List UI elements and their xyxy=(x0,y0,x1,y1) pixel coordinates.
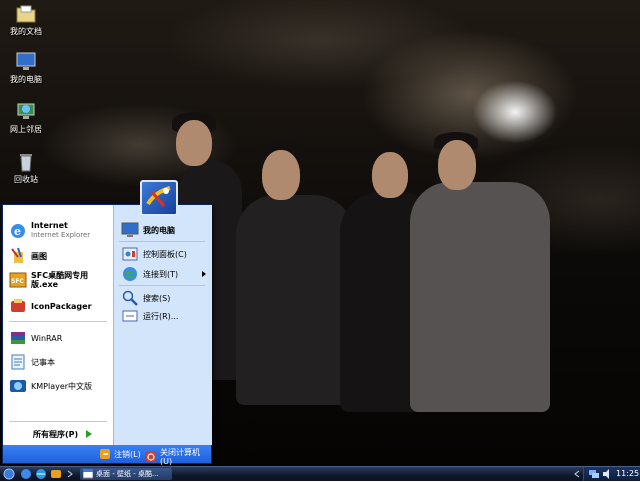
sfc-icon: SFC xyxy=(9,271,27,289)
recycle-bin-icon xyxy=(15,152,37,172)
submenu-arrow-icon xyxy=(202,271,206,277)
globe-icon xyxy=(36,469,46,479)
arrow-right-icon xyxy=(86,430,93,438)
winrar-icon xyxy=(9,329,27,347)
kmplayer-icon xyxy=(9,377,27,395)
all-programs-button[interactable]: 所有程序(P) xyxy=(33,429,94,439)
taskbar-button-wallpaper[interactable]: 桌面 - 壁纸 - 桌酷... xyxy=(80,468,172,480)
svg-text:SFC: SFC xyxy=(11,278,24,285)
globe-icon xyxy=(121,265,139,283)
shutdown-button[interactable]: 关闭计算机(U) xyxy=(145,448,211,466)
menu-item-sfc[interactable]: SFC SFC桌酷网专用版.exe xyxy=(9,271,107,289)
folder-icon xyxy=(15,4,37,24)
clock[interactable]: 11:25 xyxy=(616,469,639,478)
menu-separator xyxy=(9,421,107,422)
iconpackager-icon xyxy=(9,297,27,315)
ie-icon: e xyxy=(9,222,27,240)
desktop-wallpaper: 我的文档 我的电脑 网上邻居 回收站 e Internet Internet Ex… xyxy=(0,0,640,466)
menu-item-paint[interactable]: 画图 xyxy=(9,247,47,265)
chevron-right-icon xyxy=(67,470,73,478)
menu-item-my-computer[interactable]: 我的电脑 xyxy=(121,221,175,239)
quicklaunch-expand[interactable] xyxy=(66,468,76,480)
logoff-button[interactable]: 注销(L) xyxy=(99,448,141,460)
desktop-icon-my-computer[interactable]: 我的电脑 xyxy=(4,52,48,85)
desktop-icon-recycle-bin[interactable]: 回收站 xyxy=(4,152,48,185)
media-icon xyxy=(51,470,61,478)
network-tray-icon[interactable] xyxy=(588,468,600,480)
avatar-logo-icon xyxy=(146,186,171,207)
monitor-icon xyxy=(15,52,37,72)
menu-item-control-panel[interactable]: 控制面板(C) xyxy=(121,245,187,263)
quicklaunch-desktop[interactable] xyxy=(35,468,47,480)
start-menu: e Internet Internet Explorer 画图 SFC SFC桌酷… xyxy=(2,204,212,466)
menu-separator xyxy=(119,241,205,242)
start-menu-left-pane: e Internet Internet Explorer 画图 SFC SFC桌酷… xyxy=(3,205,113,445)
system-tray: 11:25 xyxy=(583,467,640,481)
quicklaunch-ie[interactable] xyxy=(20,468,32,480)
volume-icon[interactable] xyxy=(601,468,613,480)
monitor-icon xyxy=(121,221,139,239)
svg-text:e: e xyxy=(14,225,21,238)
tray-expand[interactable] xyxy=(572,468,582,480)
menu-item-search[interactable]: 搜索(S) xyxy=(121,289,170,307)
menu-separator xyxy=(119,285,205,286)
menu-item-internet[interactable]: e Internet Internet Explorer xyxy=(9,221,90,240)
window-icon xyxy=(83,469,93,479)
start-button[interactable] xyxy=(2,468,16,480)
menu-item-winrar[interactable]: WinRAR xyxy=(9,329,62,347)
user-avatar[interactable] xyxy=(140,180,178,216)
network-icon xyxy=(15,102,37,122)
run-icon xyxy=(121,307,139,325)
menu-item-connect-to[interactable]: 连接到(T) xyxy=(121,265,209,283)
start-orb-icon xyxy=(3,468,15,480)
desktop-icon-my-documents[interactable]: 我的文档 xyxy=(4,4,48,37)
menu-item-notepad[interactable]: 记事本 xyxy=(9,353,55,371)
menu-item-kmplayer[interactable]: KMPlayer中文版 xyxy=(9,377,92,395)
power-icon xyxy=(145,451,157,463)
menu-separator xyxy=(9,321,107,322)
menu-item-run[interactable]: 运行(R)... xyxy=(121,307,178,325)
quicklaunch-media[interactable] xyxy=(50,468,62,480)
chevron-left-icon xyxy=(574,470,580,478)
paint-icon xyxy=(9,247,27,265)
control-panel-icon xyxy=(121,245,139,263)
menu-item-iconpackager[interactable]: IconPackager xyxy=(9,297,92,315)
notepad-icon xyxy=(9,353,27,371)
taskbar: 桌面 - 壁纸 - 桌酷... 11:25 xyxy=(0,466,640,481)
desktop-icon-network[interactable]: 网上邻居 xyxy=(4,102,48,135)
ie-icon xyxy=(21,469,31,479)
logoff-icon xyxy=(99,448,111,460)
search-icon xyxy=(121,289,139,307)
